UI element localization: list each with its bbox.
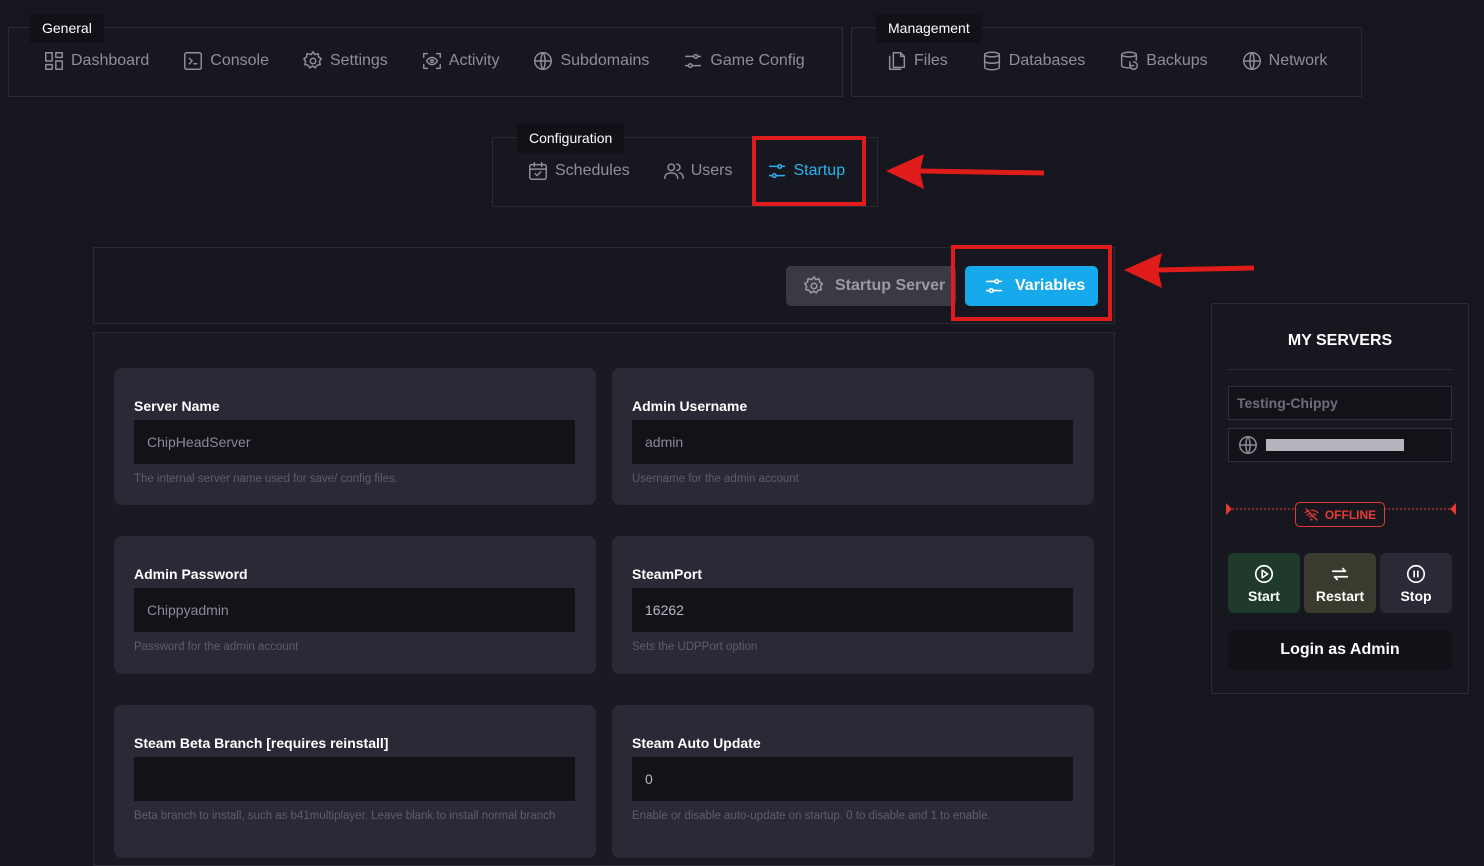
variable-label: Steam Beta Branch [requires reinstall] — [134, 735, 389, 751]
server-name-text: Testing-Chippy — [1237, 395, 1338, 411]
offline-status-text: OFFLINE — [1324, 507, 1377, 522]
general-nav-group: General Dashboard Console Settings Activ… — [8, 14, 843, 97]
restart-icon — [1331, 567, 1349, 580]
steam-port-input[interactable] — [632, 588, 1073, 632]
variables-annotation-arrow — [1124, 253, 1255, 288]
variable-card-steam-beta-branch: Steam Beta Branch [requires reinstall] B… — [114, 705, 596, 858]
startup-server-button[interactable]: Startup Server — [786, 266, 956, 306]
nav-subdomains[interactable]: Subdomains — [532, 50, 649, 72]
management-nav-group: Management Files Databases Backups Netwo… — [851, 14, 1362, 97]
start-label: Start — [1248, 587, 1280, 604]
nav-activity-label: Activity — [448, 52, 500, 69]
server-address-field[interactable] — [1228, 428, 1452, 462]
management-nav-title: Management — [876, 14, 982, 43]
nav-files-label: Files — [914, 52, 948, 69]
configuration-nav-title: Configuration — [517, 124, 625, 153]
server-name-input[interactable] — [134, 420, 575, 464]
nav-files[interactable]: Files — [886, 50, 948, 72]
play-icon — [1254, 564, 1274, 583]
globe-icon — [1239, 436, 1257, 454]
my-servers-sidebar: MY SERVERS Testing-Chippy OFFLINE Start … — [1211, 303, 1469, 694]
variable-card-steam-auto-update: Steam Auto Update Enable or disable auto… — [612, 705, 1094, 858]
nav-activity[interactable]: Activity — [421, 50, 500, 72]
variable-help-text: The internal server name used for save/ … — [134, 473, 398, 485]
restart-button[interactable]: Restart — [1304, 553, 1376, 613]
restart-label: Restart — [1315, 587, 1365, 604]
startup-annotation-arrow — [886, 154, 1045, 189]
login-as-admin-button[interactable]: Login as Admin — [1228, 630, 1452, 670]
steam-auto-update-input[interactable] — [632, 757, 1073, 801]
calendar-icon — [529, 162, 547, 180]
nav-game-config-label: Game Config — [710, 52, 805, 69]
variable-card-steam-port: SteamPort Sets the UDPPort option — [612, 536, 1094, 674]
server-name-field[interactable]: Testing-Chippy — [1228, 386, 1452, 420]
management-nav-row: Files Databases Backups Network — [886, 50, 1327, 72]
nav-backups-label: Backups — [1146, 52, 1208, 69]
gear-icon — [804, 276, 824, 294]
admin-username-input[interactable] — [632, 420, 1073, 464]
gear-icon — [303, 51, 322, 69]
dashboard-icon — [45, 52, 63, 70]
variable-label: Admin Username — [632, 398, 748, 414]
nav-settings-label: Settings — [329, 52, 388, 69]
nav-users[interactable]: Users — [663, 160, 733, 182]
wifi-off-icon — [1304, 508, 1319, 521]
general-nav-row: Dashboard Console Settings Activity Subd… — [43, 50, 805, 72]
nav-schedules[interactable]: Schedules — [527, 160, 630, 182]
start-button[interactable]: Start — [1228, 553, 1300, 613]
variable-help-text: Enable or disable auto-update on startup… — [632, 810, 991, 822]
admin-password-input[interactable] — [134, 588, 575, 632]
nav-databases-label: Databases — [1008, 52, 1086, 69]
nav-users-label: Users — [690, 162, 733, 179]
variable-card-admin-password: Admin Password Password for the admin ac… — [114, 536, 596, 674]
startup-server-label: Startup Server — [835, 277, 946, 294]
pause-icon — [1406, 564, 1426, 583]
nav-console[interactable]: Console — [182, 50, 269, 72]
variable-help-text: Beta branch to install, such as b41multi… — [134, 810, 556, 822]
nav-subdomains-label: Subdomains — [560, 52, 650, 69]
nav-backups[interactable]: Backups — [1118, 50, 1208, 72]
variables-panel: Server Name The internal server name use… — [93, 332, 1115, 866]
stop-label: Stop — [1400, 587, 1432, 604]
startup-highlight-box — [752, 136, 866, 206]
offline-status-badge: OFFLINE — [1295, 502, 1385, 527]
users-icon — [663, 163, 684, 180]
variables-highlight-box — [951, 245, 1112, 321]
globe-icon — [534, 52, 553, 70]
variable-card-server-name: Server Name The internal server name use… — [114, 368, 596, 505]
nav-databases[interactable]: Databases — [981, 50, 1086, 72]
variable-help-text: Username for the admin account — [632, 473, 799, 485]
variable-label: Steam Auto Update — [632, 735, 761, 751]
general-nav-title: General — [30, 14, 104, 43]
variable-help-text: Password for the admin account — [134, 641, 299, 653]
variable-label: Admin Password — [134, 566, 248, 582]
backup-icon — [1121, 51, 1139, 70]
files-icon — [888, 52, 906, 70]
nav-network-label: Network — [1268, 52, 1328, 69]
sliders-icon — [685, 53, 702, 69]
database-icon — [983, 51, 1000, 71]
sidebar-divider — [1228, 369, 1452, 370]
nav-console-label: Console — [210, 52, 269, 69]
redacted-address-bar — [1266, 439, 1404, 451]
variable-card-admin-username: Admin Username Username for the admin ac… — [612, 368, 1094, 505]
stop-button[interactable]: Stop — [1380, 553, 1452, 613]
login-as-admin-label: Login as Admin — [1280, 641, 1400, 658]
eye-icon — [422, 52, 441, 70]
steam-beta-branch-input[interactable] — [134, 757, 575, 801]
variable-help-text: Sets the UDPPort option — [632, 641, 758, 653]
variable-label: SteamPort — [632, 566, 703, 582]
nav-dashboard-label: Dashboard — [71, 52, 150, 69]
my-servers-title: MY SERVERS — [1287, 332, 1393, 349]
variable-label: Server Name — [134, 398, 220, 414]
nav-settings[interactable]: Settings — [302, 50, 388, 72]
nav-schedules-label: Schedules — [555, 162, 630, 179]
console-icon — [184, 52, 203, 70]
globe-icon — [1242, 52, 1261, 70]
nav-network[interactable]: Network — [1241, 50, 1328, 72]
nav-game-config[interactable]: Game Config — [682, 50, 805, 72]
nav-dashboard[interactable]: Dashboard — [43, 50, 149, 72]
